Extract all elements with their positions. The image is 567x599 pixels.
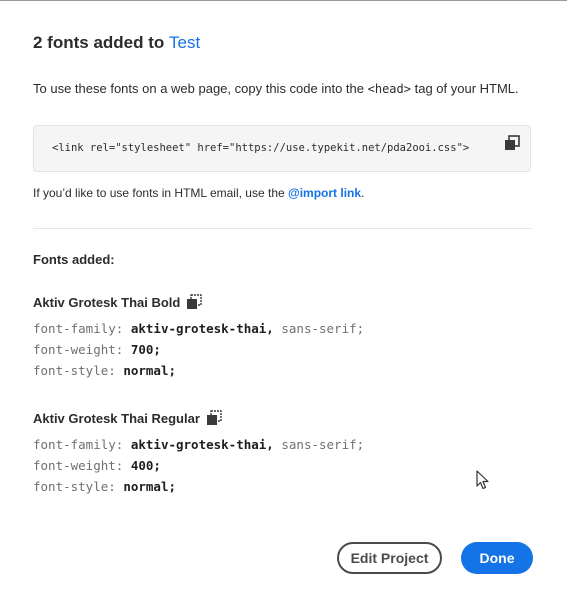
css-property: font-weight: <box>33 458 124 473</box>
font-weight-line: font-weight: 400; <box>33 455 364 476</box>
instructions-before: To use these fonts on a web page, copy t… <box>33 81 368 96</box>
css-property: font-style: <box>33 479 116 494</box>
css-value: 700; <box>130 342 161 357</box>
email-note-suffix: . <box>361 186 365 200</box>
embed-code-box[interactable]: <link rel="stylesheet" href="https://use… <box>33 125 531 172</box>
top-border <box>0 0 567 1</box>
head-tag-code: <head> <box>367 82 411 96</box>
fonts-added-heading: Fonts added: <box>33 252 115 267</box>
css-value: normal; <box>123 479 177 494</box>
font-css-block: font-family: aktiv-grotesk-thai, sans-se… <box>33 318 364 381</box>
divider <box>33 228 532 229</box>
dialog-title-prefix: 2 fonts added to <box>33 33 169 52</box>
copy-icon[interactable] <box>206 410 222 426</box>
font-style-line: font-style: normal; <box>33 476 364 497</box>
copy-icon[interactable] <box>186 294 203 310</box>
email-note: If you’d like to use fonts in HTML email… <box>33 186 364 200</box>
font-family-line: font-family: aktiv-grotesk-thai, sans-se… <box>33 318 364 339</box>
embed-instructions: To use these fonts on a web page, copy t… <box>33 81 519 96</box>
embed-code-text[interactable]: <link rel="stylesheet" href="https://use… <box>52 142 469 154</box>
font-name: Aktiv Grotesk Thai Bold <box>33 294 203 310</box>
copy-icon[interactable] <box>504 135 520 151</box>
done-button[interactable]: Done <box>461 542 533 574</box>
font-family-line: font-family: aktiv-grotesk-thai, sans-se… <box>33 434 364 455</box>
font-name-label: Aktiv Grotesk Thai Regular <box>33 411 200 426</box>
dialog-title: 2 fonts added to Test <box>33 33 200 53</box>
css-value: aktiv-grotesk-thai, <box>130 437 274 452</box>
css-property: font-style: <box>33 363 116 378</box>
email-note-text: If you’d like to use fonts in HTML email… <box>33 186 289 200</box>
edit-project-button[interactable]: Edit Project <box>337 542 442 574</box>
css-property: font-family: <box>33 321 124 336</box>
css-property: font-family: <box>33 437 124 452</box>
font-css-block: font-family: aktiv-grotesk-thai, sans-se… <box>33 434 364 497</box>
css-fallback: sans-serif; <box>281 321 365 336</box>
font-name: Aktiv Grotesk Thai Regular <box>33 410 222 426</box>
font-weight-line: font-weight: 700; <box>33 339 364 360</box>
css-property: font-weight: <box>33 342 124 357</box>
css-fallback: sans-serif; <box>281 437 365 452</box>
css-value: 400; <box>130 458 161 473</box>
kit-name-link[interactable]: Test <box>169 33 200 52</box>
mouse-pointer-icon <box>476 470 490 490</box>
import-link[interactable]: @import link <box>288 186 361 200</box>
css-value: normal; <box>123 363 177 378</box>
font-name-label: Aktiv Grotesk Thai Bold <box>33 295 181 310</box>
instructions-after: tag of your HTML. <box>410 81 519 96</box>
font-style-line: font-style: normal; <box>33 360 364 381</box>
css-value: aktiv-grotesk-thai, <box>130 321 274 336</box>
